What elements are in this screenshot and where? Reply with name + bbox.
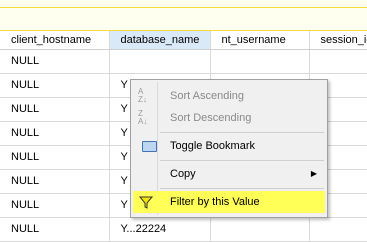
column-header-database-name[interactable]: database_name [109,31,211,50]
menu-separator [160,132,324,133]
submenu-arrow-icon: ▶ [310,169,317,178]
cell-client-hostname[interactable]: NULL [0,121,110,146]
cell-client-hostname[interactable]: NULL [0,145,110,170]
cell-session-id[interactable] [309,217,367,242]
sort-descending-icon: Z A↓ [138,109,148,126]
bookmark-icon [142,141,157,152]
column-header-client-hostname[interactable]: client_hostname [0,31,110,50]
toolbar-divider [0,7,367,8]
table-row: NULL [0,49,367,74]
menu-item-label: Toggle Bookmark [170,140,255,152]
menu-item-copy[interactable]: Copy ▶ [133,163,325,185]
menu-item-label: Filter by this Value [170,196,260,208]
cell-client-hostname[interactable]: NULL [0,49,110,74]
table-row: NULL Y...22224 [0,217,367,242]
cell-database-name[interactable] [109,49,211,74]
column-header-session-id[interactable]: session_id [309,31,367,50]
sort-ascending-icon: A Z↓ [138,87,147,104]
cell-nt-username[interactable] [210,49,310,74]
cell-client-hostname[interactable]: NULL [0,169,110,194]
menu-item-filter-by-value[interactable]: Filter by this Value [133,191,325,213]
menu-item-toggle-bookmark[interactable]: Toggle Bookmark [133,135,325,157]
menu-item-label: Sort Descending [170,112,252,124]
filter-funnel-icon [138,194,154,210]
cell-nt-username[interactable] [210,217,310,242]
cell-client-hostname[interactable]: NULL [0,73,110,98]
menu-item-label: Sort Ascending [170,90,244,102]
cell-database-name[interactable]: Y...22224 [109,217,211,242]
menu-separator [160,188,324,189]
menu-separator [160,160,324,161]
column-header-nt-username[interactable]: nt_username [210,31,310,50]
cell-client-hostname[interactable]: NULL [0,193,110,218]
context-menu: A Z↓ Sort Ascending Z A↓ Sort Descending T… [130,79,328,218]
menu-item-sort-ascending[interactable]: A Z↓ Sort Ascending [133,85,325,107]
menu-item-label: Copy [170,168,196,180]
menu-item-sort-descending[interactable]: Z A↓ Sort Descending [133,107,325,129]
cell-client-hostname[interactable]: NULL [0,217,110,242]
query-toolbar [0,0,367,32]
cell-session-id[interactable] [309,49,367,74]
grid-header-row: client_hostname database_name nt_usernam… [0,31,367,50]
cell-client-hostname[interactable]: NULL [0,97,110,122]
